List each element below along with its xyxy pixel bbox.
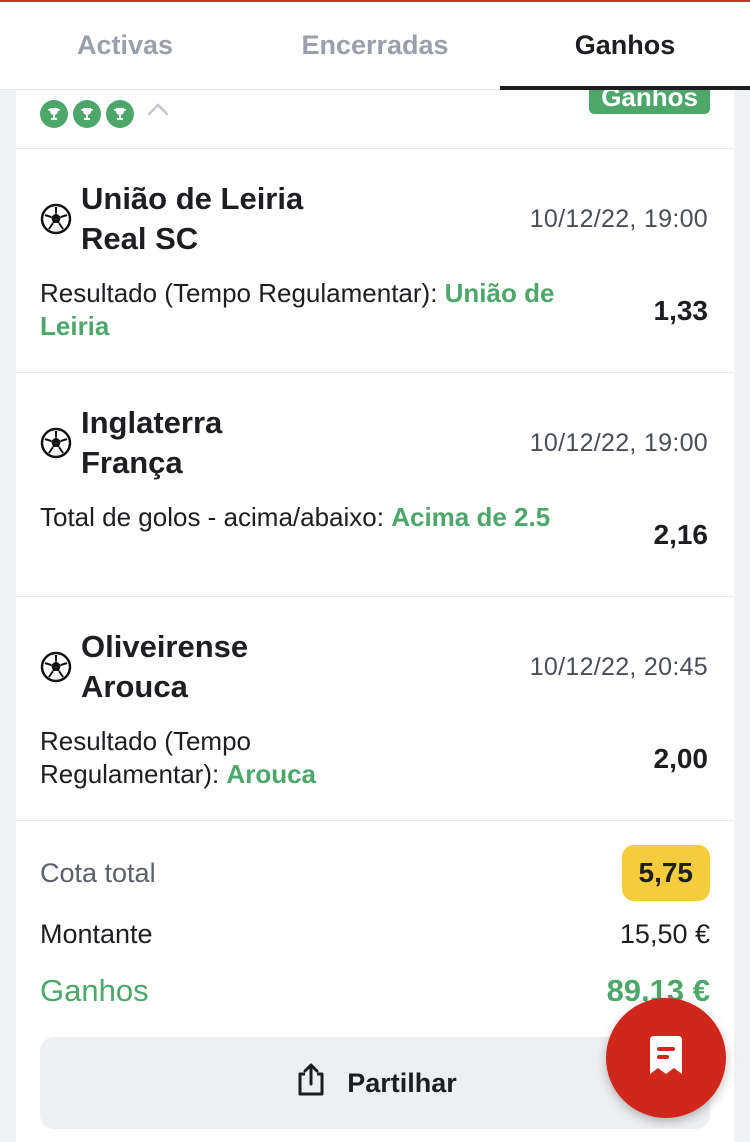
bet-card-header: Ganhos (16, 90, 734, 149)
soccer-ball-icon (40, 203, 72, 240)
event-odd: 1,33 (653, 295, 709, 326)
stake-label: Montante (40, 919, 153, 949)
selected-pick: Acima de 2.5 (391, 502, 551, 532)
betslip-icon (644, 1034, 688, 1083)
total-odd-label: Cota total (40, 857, 156, 888)
team-away: França (81, 445, 183, 480)
trophy-row (40, 100, 134, 128)
chevron-up-icon[interactable] (147, 102, 169, 121)
tab-ganhos[interactable]: Ganhos (500, 2, 750, 90)
team-home: Oliveirense (81, 629, 249, 664)
match-datetime: 10/12/22, 19:00 (529, 205, 708, 233)
market-label: Resultado (Tempo Regulamentar): (40, 278, 445, 308)
stake-value: 15,50 € (619, 919, 710, 949)
market-description: Resultado (Tempo Regulamentar): União de… (40, 277, 600, 343)
match-teams: Oliveirense Arouca (81, 627, 248, 707)
trophy-icon (40, 100, 68, 128)
winnings-row: Ganhos 89,13 € (40, 973, 710, 1009)
event-row: Inglaterra França 10/12/22, 19:00 Total … (16, 373, 734, 597)
market-label: Resultado (Tempo Regulamentar): (40, 726, 251, 789)
event-row: União de Leiria Real SC 10/12/22, 19:00 … (16, 149, 734, 373)
trophy-icon (106, 100, 134, 128)
share-label: Partilhar (347, 1067, 457, 1098)
match-teams: União de Leiria Real SC (81, 179, 303, 259)
bet-card: Ganhos União de Leiria Real SC 10/12/22,… (16, 90, 734, 1142)
tab-bar: Activas Encerradas Ganhos (0, 2, 750, 90)
team-away: Real SC (81, 221, 199, 256)
share-icon (293, 1062, 329, 1105)
team-home: Inglaterra (81, 405, 223, 440)
tab-encerradas[interactable]: Encerradas (250, 2, 500, 89)
status-badge: Ganhos (589, 90, 710, 114)
betslip-fab-button[interactable] (606, 998, 726, 1118)
soccer-ball-icon (40, 427, 72, 464)
match-datetime: 10/12/22, 20:45 (529, 653, 708, 681)
winnings-label: Ganhos (40, 973, 149, 1008)
event-row: Oliveirense Arouca 10/12/22, 20:45 Resul… (16, 597, 734, 821)
total-odd-badge: 5,75 (621, 845, 710, 901)
team-away: Arouca (81, 669, 188, 704)
market-description: Resultado (Tempo Regulamentar): Arouca (40, 725, 340, 791)
total-odd-row: Cota total 5,75 (40, 845, 710, 901)
stake-row: Montante 15,50 € (40, 919, 710, 950)
market-label: Total de golos - acima/abaixo: (40, 502, 392, 532)
match-datetime: 10/12/22, 19:00 (529, 429, 708, 457)
selected-pick: Arouca (226, 759, 316, 789)
match-teams: Inglaterra França (81, 403, 222, 483)
trophy-icon (73, 100, 101, 128)
event-odd: 2,16 (653, 519, 709, 550)
team-home: União de Leiria (81, 181, 304, 216)
tab-activas[interactable]: Activas (0, 2, 250, 89)
market-description: Total de golos - acima/abaixo: Acima de … (40, 501, 600, 534)
soccer-ball-icon (40, 651, 72, 688)
event-odd: 2,00 (653, 743, 709, 774)
